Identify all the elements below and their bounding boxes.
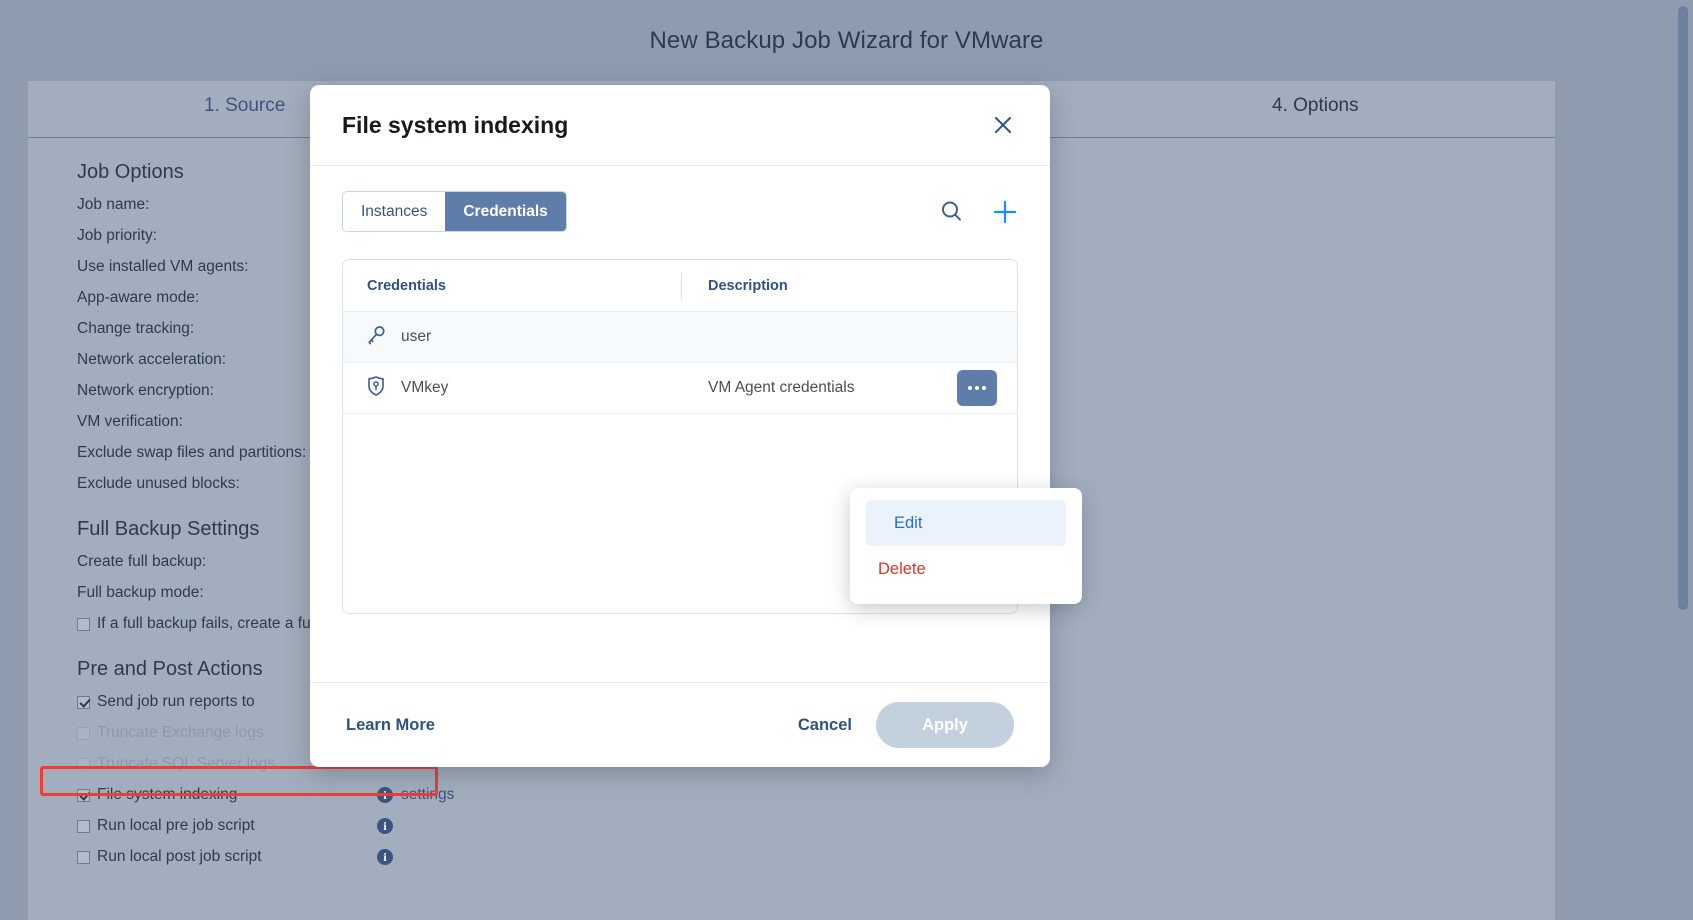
info-icon[interactable]: i	[377, 818, 393, 834]
option-label: VM verification:	[77, 406, 183, 437]
page-title: New Backup Job Wizard for VMware	[0, 27, 1693, 55]
table-header-row: Credentials Description	[343, 260, 1017, 312]
info-icon[interactable]: i	[377, 849, 393, 865]
option-label: Job priority:	[77, 220, 157, 251]
row-overflow-menu-button[interactable]	[957, 370, 997, 406]
dot	[975, 386, 979, 390]
table-row[interactable]: user	[343, 312, 1017, 363]
checkbox-full-backup-fallback[interactable]	[77, 618, 90, 631]
column-header-description: Description	[682, 278, 788, 294]
credential-name: user	[401, 328, 431, 346]
option-label: App-aware mode:	[77, 282, 199, 313]
dialog-tab-group: Instances Credentials	[342, 191, 567, 232]
checkbox-file-system-indexing[interactable]	[77, 789, 90, 802]
option-label: Job name:	[77, 189, 149, 220]
credential-name: VMkey	[401, 379, 448, 397]
table-row[interactable]: VMkey VM Agent credentials	[343, 363, 1017, 414]
option-label: Run local pre job script	[97, 810, 255, 841]
dialog-actions: Cancel Apply	[798, 702, 1014, 748]
checkbox-truncate-sql-logs	[77, 758, 90, 771]
file-system-indexing-dialog: File system indexing Instances Credentia…	[310, 85, 1050, 767]
option-label: File system indexing	[97, 779, 237, 810]
dialog-title: File system indexing	[342, 112, 568, 139]
checkbox-truncate-exchange-logs	[77, 727, 90, 740]
checkbox-send-job-run-reports[interactable]	[77, 696, 90, 709]
option-label: Full backup mode:	[77, 577, 204, 608]
dialog-header: File system indexing	[310, 85, 1050, 166]
tab-instances[interactable]: Instances	[343, 192, 445, 231]
option-label: Send job run reports to	[97, 686, 255, 717]
cancel-button[interactable]: Cancel	[798, 716, 852, 735]
credential-name-cell: VMkey	[343, 375, 681, 402]
tab-credentials[interactable]: Credentials	[445, 192, 565, 231]
option-label: Create full backup:	[77, 546, 206, 577]
page-scrollbar-thumb[interactable]	[1678, 6, 1688, 610]
dialog-toolbar: Instances Credentials	[342, 191, 1018, 232]
context-menu-item-delete[interactable]: Delete	[850, 546, 1082, 592]
checkbox-run-local-pre-job-script[interactable]	[77, 820, 90, 833]
key-icon	[365, 324, 387, 351]
column-header-credentials: Credentials	[343, 278, 681, 294]
tab-source[interactable]: 1. Source	[204, 95, 285, 117]
option-label: Network encryption:	[77, 375, 214, 406]
apply-button[interactable]: Apply	[876, 702, 1014, 748]
option-label: Exclude unused blocks:	[77, 468, 240, 499]
checkbox-run-local-post-job-script[interactable]	[77, 851, 90, 864]
dialog-footer: Learn More Cancel Apply	[310, 682, 1050, 767]
shield-key-icon	[365, 375, 387, 402]
context-menu-item-edit[interactable]: Edit	[866, 500, 1066, 546]
option-file-system-indexing[interactable]: File system indexing i settings	[77, 779, 777, 810]
option-label: Truncate SQL Server logs	[97, 748, 275, 779]
dialog-body: Instances Credentials Cred	[310, 166, 1050, 614]
page-scrollbar[interactable]	[1678, 0, 1691, 920]
option-label: Exclude swap files and partitions:	[77, 437, 306, 468]
settings-link[interactable]: settings	[401, 779, 454, 810]
close-icon[interactable]	[988, 110, 1018, 140]
tab-options[interactable]: 4. Options	[1272, 95, 1359, 117]
option-label: Truncate Exchange logs	[97, 717, 264, 748]
dot	[982, 386, 986, 390]
option-run-local-post-job-script[interactable]: Run local post job script i	[77, 841, 777, 872]
dot	[968, 386, 972, 390]
plus-icon[interactable]	[992, 199, 1018, 225]
option-label: Use installed VM agents:	[77, 251, 248, 282]
row-context-menu: Edit Delete	[850, 488, 1082, 604]
credential-name-cell: user	[343, 324, 681, 351]
toolbar-icons	[939, 199, 1018, 225]
learn-more-link[interactable]: Learn More	[346, 716, 435, 735]
info-icon[interactable]: i	[377, 787, 393, 803]
option-label: If a full backup fails, create a full b	[97, 608, 330, 639]
option-label: Change tracking:	[77, 313, 194, 344]
search-icon[interactable]	[939, 199, 964, 224]
option-label: Network acceleration:	[77, 344, 226, 375]
option-label: Run local post job script	[97, 841, 262, 872]
option-run-local-pre-job-script[interactable]: Run local pre job script i	[77, 810, 777, 841]
